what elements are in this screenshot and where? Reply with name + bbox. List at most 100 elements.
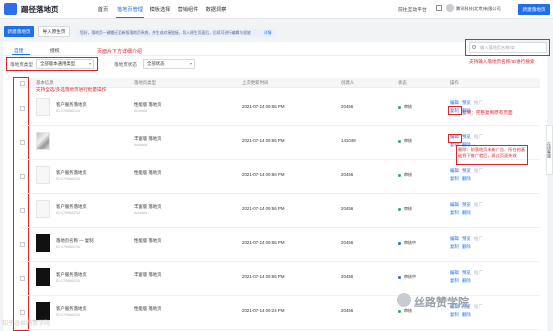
tab-self-built[interactable]: 自建 <box>14 47 24 54</box>
platform-link[interactable]: 前往互动平台 <box>398 6 427 13</box>
row-creator: 20456 <box>341 172 354 177</box>
row-name[interactable]: 客户服务落地页 <box>56 272 87 278</box>
row-checkbox[interactable] <box>20 106 25 111</box>
row-thumbnail[interactable] <box>36 234 50 252</box>
row-name[interactable]: 客户服务落地页 <box>56 204 87 210</box>
delete-button[interactable]: 删除 <box>462 176 471 182</box>
row-checkbox[interactable] <box>20 310 25 315</box>
notice-link[interactable]: 详情 <box>264 29 272 37</box>
search-input[interactable]: 输入落地页名称/ID <box>469 42 547 53</box>
row-thumbnail[interactable] <box>36 98 50 116</box>
status-dot-icon <box>398 276 401 279</box>
preview-button[interactable]: 预览 <box>462 270 471 276</box>
preview-button[interactable]: 预览 <box>462 236 471 242</box>
annotation-copy: 复制：完整复制原有页面 <box>462 110 513 115</box>
delete-button[interactable]: 删除 <box>462 312 471 318</box>
delete-button[interactable]: 删除 <box>462 210 471 216</box>
row-id: ID:170988234 <box>56 109 80 113</box>
row-divider <box>20 125 540 126</box>
create-landing-top-button[interactable]: 新建落地页 <box>518 4 550 15</box>
checkbox-column-highlight <box>13 77 29 331</box>
online-support-tab[interactable]: 在线客服 <box>546 125 553 175</box>
row-id: ID:170988234 <box>56 245 80 249</box>
row-thumbnail[interactable] <box>36 268 50 286</box>
status-filter-select[interactable]: 全部状态 ▾ <box>143 59 195 69</box>
delete-button[interactable]: 删除 <box>462 278 471 284</box>
message-icon[interactable] <box>436 5 442 11</box>
chevron-down-icon: ▾ <box>189 61 192 66</box>
row-divider <box>20 193 540 194</box>
status-dot-icon <box>398 242 401 245</box>
app-root: 踢径落地页 首页 落地页管理 模板选择 营销组件 数据洞察 前往互动平台 腾讯科… <box>0 0 553 331</box>
edit-button[interactable]: 编辑 <box>450 168 459 174</box>
create-landing-button[interactable]: 新建落地页 <box>4 26 34 37</box>
promote-button[interactable]: 推广 <box>474 270 483 276</box>
row-checkbox[interactable] <box>20 276 25 281</box>
row-name[interactable]: 客户服务落地页 <box>56 102 87 108</box>
preview-button[interactable]: 预览 <box>462 100 471 106</box>
row-status: 审核 <box>404 104 412 109</box>
status-dot-icon <box>398 208 401 211</box>
logo-icon <box>4 3 17 15</box>
row-name[interactable]: 客户服务落地页 <box>56 306 87 312</box>
annotation-select: 支持全选/多选落地页进行批量操作 <box>36 87 107 92</box>
row-creator: 20456 <box>341 240 354 245</box>
tab-authorized[interactable]: 授权 <box>50 47 60 54</box>
row-name[interactable]: 落地页名称 — 复制 <box>56 238 94 244</box>
nav-template[interactable]: 模板选择 <box>148 2 172 18</box>
watermark-logo-icon <box>397 293 411 307</box>
promote-button[interactable]: 推广 <box>474 100 483 106</box>
company-name[interactable]: 腾讯科技(北京)有限公司 <box>456 6 501 12</box>
promote-button[interactable]: 推广 <box>474 304 483 310</box>
row-thumbnail[interactable] <box>36 166 50 184</box>
promote-button[interactable]: 推广 <box>474 168 483 174</box>
type-filter-label: 落地页类型 <box>10 62 33 67</box>
delete-button[interactable]: 删除 <box>462 244 471 250</box>
row-id: ID:170988234 <box>56 211 80 215</box>
copy-button[interactable]: 复制 <box>450 176 459 182</box>
promote-button[interactable]: 推广 <box>474 202 483 208</box>
row-divider <box>20 261 540 262</box>
edit-button[interactable]: 编辑 <box>450 270 459 276</box>
status-dot-icon <box>398 140 401 143</box>
row-thumbnail[interactable] <box>36 132 50 150</box>
row-creator: 20456 <box>341 308 354 313</box>
edit-button[interactable]: 编辑 <box>450 236 459 242</box>
row-checkbox[interactable] <box>20 174 25 179</box>
row-type-sub: Android <box>134 109 148 113</box>
nav-home[interactable]: 首页 <box>92 2 114 18</box>
nav-marketing[interactable]: 营销组件 <box>176 2 200 18</box>
copy-button[interactable]: 复制 <box>450 312 459 318</box>
import-native-button[interactable]: 导入原生页 <box>38 26 70 37</box>
preview-button[interactable]: 预览 <box>462 168 471 174</box>
copy-button[interactable]: 复制 <box>450 278 459 284</box>
row-updated-time: 2021-07-14 09:56 PM <box>242 172 285 177</box>
status-filter-value: 全部状态 <box>147 61 165 66</box>
row-name[interactable]: 客户服务落地页 <box>56 170 87 176</box>
row-checkbox[interactable] <box>20 140 25 145</box>
nav-landing-manage[interactable]: 落地页管理 <box>116 2 144 18</box>
copy-button[interactable]: 复制 <box>450 210 459 216</box>
type-filter-select[interactable]: 全部版本通用类型 ▾ <box>36 59 94 69</box>
row-checkbox[interactable] <box>20 242 25 247</box>
row-type: 丰富版 落地页 <box>134 272 162 277</box>
delete-highlight <box>448 134 462 143</box>
copy-highlight <box>448 106 462 115</box>
promote-button[interactable]: 推广 <box>474 236 483 242</box>
notice-banner: 您好，落地页一键搬迁至新版落地页系统，并生成对接链接，导入原生页面后，后续可进行… <box>76 29 276 37</box>
row-thumbnail[interactable] <box>36 200 50 218</box>
row-id: ID:170988234 <box>56 279 80 283</box>
copy-button[interactable]: 复制 <box>450 244 459 250</box>
edit-button[interactable]: 编辑 <box>450 202 459 208</box>
preview-button[interactable]: 预览 <box>462 134 471 140</box>
row-checkbox[interactable] <box>20 208 25 213</box>
nav-insight[interactable]: 数据洞察 <box>204 2 228 18</box>
promote-button[interactable]: 推广 <box>474 134 483 140</box>
row-status: 审核 <box>404 206 412 211</box>
row-id: ID:170988234 <box>56 177 80 181</box>
row-type-sub: Android <box>134 211 148 215</box>
preview-button[interactable]: 预览 <box>462 202 471 208</box>
avatar[interactable] <box>446 4 454 12</box>
row-divider <box>20 227 540 228</box>
row-status: 审核 <box>404 172 412 177</box>
